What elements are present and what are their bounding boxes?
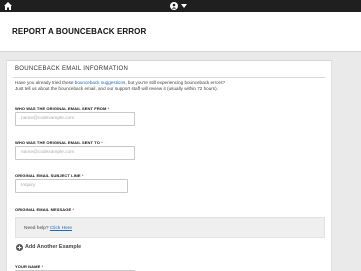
subject-label-text: ORIGINAL EMAIL SUBJECT LINE: [15, 173, 81, 178]
add-another-label: Add Another Example: [25, 244, 82, 250]
sent-to-label: WHO WAS THE ORIGINAL EMAIL SENT TO *: [15, 140, 103, 145]
subject-label: ORIGINAL EMAIL SUBJECT LINE *: [15, 173, 84, 178]
required-marker: *: [101, 140, 103, 145]
message-help-box[interactable]: Need help? Click Here: [15, 217, 325, 238]
sent-from-label-text: WHO WAS THE ORIGINAL EMAIL SENT FROM: [15, 106, 107, 111]
section-divider: [13, 77, 325, 78]
sent-from-input[interactable]: name@codexample.com: [15, 112, 135, 126]
required-marker: *: [41, 264, 44, 269]
your-name-label-text: YOUR NAME: [15, 264, 41, 269]
sent-to-input[interactable]: name@codexample.com: [15, 146, 135, 160]
help-text: Need help? Click Here: [24, 226, 72, 231]
intro-line1-suffix: , but you're still experiencing bounceba…: [125, 80, 226, 85]
subject-input[interactable]: Inquiry: [15, 179, 128, 193]
sent-from-placeholder: name@codexample.com: [21, 116, 75, 121]
user-icon[interactable]: [170, 2, 178, 10]
intro-line2: Just tell us about the bounceback email,…: [15, 86, 218, 92]
required-marker: *: [81, 173, 84, 178]
subject-placeholder: Inquiry: [21, 183, 36, 188]
section-title: BOUNCEBACK EMAIL INFORMATION: [15, 66, 129, 72]
home-icon[interactable]: [3, 1, 13, 11]
message-label: ORIGINAL EMAIL MESSAGE *: [15, 207, 74, 212]
intro-text: Have you already tried these bounceback …: [15, 80, 315, 93]
plus-circle-icon: [16, 244, 23, 251]
click-here-link[interactable]: Click Here: [50, 226, 72, 231]
your-name-label: YOUR NAME *: [15, 264, 43, 269]
intro-line1-prefix: Have you already tried these: [15, 80, 75, 85]
message-label-text: ORIGINAL EMAIL MESSAGE: [15, 207, 72, 212]
sent-to-label-text: WHO WAS THE ORIGINAL EMAIL SENT TO: [15, 140, 100, 145]
bounceback-form: BOUNCEBACK EMAIL INFORMATION Have you al…: [6, 60, 332, 271]
required-marker: *: [72, 207, 75, 212]
sent-to-placeholder: name@codexample.com: [21, 150, 75, 155]
page-title: REPORT A BOUNCEBACK ERROR: [12, 27, 147, 36]
bounceback-suggestions-link[interactable]: bounceback suggestions: [75, 80, 126, 85]
required-marker: *: [107, 106, 110, 111]
help-prefix: Need help?: [24, 226, 50, 231]
top-bar: [0, 0, 361, 12]
caret-down-icon[interactable]: [181, 4, 187, 8]
page-header: REPORT A BOUNCEBACK ERROR: [0, 12, 361, 52]
sent-from-label: WHO WAS THE ORIGINAL EMAIL SENT FROM *: [15, 106, 109, 111]
